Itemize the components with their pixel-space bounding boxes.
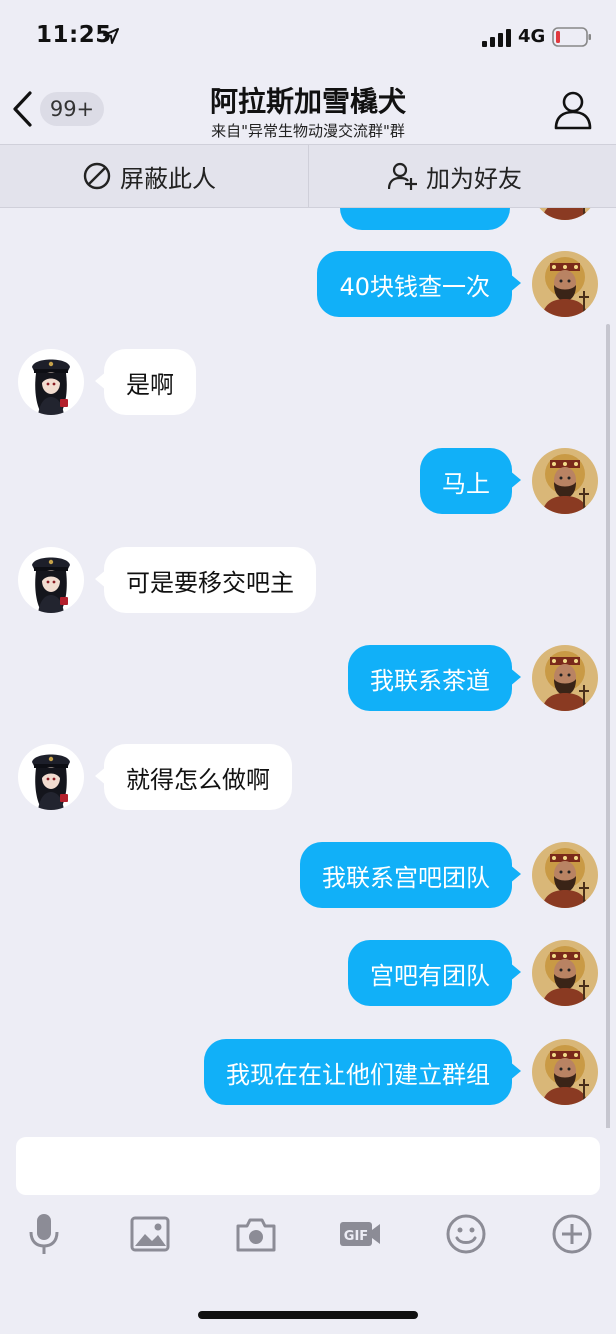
contact-avatar[interactable] — [18, 547, 84, 613]
incoming-message-bubble[interactable]: 就得怎么做啊 — [95, 744, 292, 810]
unread-count-badge[interactable]: 99+ — [40, 92, 104, 126]
block-icon — [83, 162, 111, 190]
add-friend-button[interactable]: 加为好友 — [388, 145, 522, 207]
back-chevron-icon[interactable] — [10, 90, 36, 128]
gif-icon: GIF — [340, 1222, 380, 1246]
network-label: 4G — [518, 26, 546, 47]
battery-icon — [552, 27, 591, 47]
block-user-label: 屏蔽此人 — [120, 164, 216, 193]
add-friend-icon — [388, 162, 417, 190]
more-button[interactable] — [550, 1212, 594, 1256]
action-divider — [308, 145, 309, 207]
outgoing-message-bubble[interactable]: 我联系宫吧团队 — [300, 842, 521, 908]
location-arrow-icon — [103, 28, 119, 44]
self-avatar[interactable] — [532, 208, 598, 220]
emoji-icon — [446, 1214, 486, 1254]
scrollbar[interactable] — [606, 324, 610, 1128]
plus-icon — [552, 1214, 592, 1254]
svg-text:GIF: GIF — [344, 1229, 368, 1244]
image-button[interactable] — [128, 1212, 172, 1256]
chat-subtitle: 来自"异常生物动漫交流群"群 — [211, 122, 405, 140]
block-user-button[interactable]: 屏蔽此人 — [82, 145, 216, 207]
emoji-button[interactable] — [444, 1212, 488, 1256]
voice-button[interactable] — [22, 1212, 66, 1256]
self-avatar[interactable] — [532, 842, 598, 908]
outgoing-message-bubble[interactable]: 我联系茶道 — [348, 645, 521, 711]
signal-icon — [482, 29, 511, 47]
profile-icon[interactable] — [552, 88, 594, 130]
add-friend-label: 加为好友 — [426, 164, 522, 193]
status-bar: 11:25 4G — [0, 0, 616, 76]
gif-button[interactable]: GIF — [338, 1212, 382, 1256]
incoming-message-bubble[interactable]: 是啊 — [95, 349, 196, 415]
chat-header: 99+ 阿拉斯加雪橇犬 来自"异常生物动漫交流群"群 — [0, 76, 616, 144]
outgoing-message-bubble[interactable]: 马上 — [420, 448, 521, 514]
status-time: 11:25 — [36, 22, 112, 48]
outgoing-message-bubble[interactable]: 我现在在让他们建立群组 — [204, 1039, 521, 1105]
self-avatar[interactable] — [532, 448, 598, 514]
outgoing-message-bubble[interactable]: 宫吧有团队 — [348, 940, 521, 1006]
contact-avatar[interactable] — [18, 349, 84, 415]
message-list[interactable]: 40块钱查一次是啊马上可是要移交吧主 我联系茶道 就得怎么做啊 我联系宫吧团队宫吧有团… — [0, 208, 616, 1128]
outgoing-message-bubble[interactable]: 40块钱查一次 — [317, 251, 521, 317]
home-indicator — [198, 1311, 418, 1319]
camera-icon — [236, 1218, 276, 1252]
image-icon — [130, 1216, 170, 1252]
camera-button[interactable] — [234, 1212, 278, 1256]
input-toolbar: GIF — [0, 1212, 616, 1268]
action-bar: 屏蔽此人 加为好友 — [0, 144, 616, 208]
self-avatar[interactable] — [532, 940, 598, 1006]
contact-avatar[interactable] — [18, 744, 84, 810]
self-avatar[interactable] — [532, 251, 598, 317]
incoming-message-bubble[interactable]: 可是要移交吧主 — [95, 547, 316, 613]
chat-title: 阿拉斯加雪橇犬 — [209, 85, 406, 118]
self-avatar[interactable] — [532, 645, 598, 711]
self-avatar[interactable] — [532, 1039, 598, 1105]
previous-message-bubble — [340, 208, 510, 230]
message-input[interactable] — [16, 1137, 600, 1195]
microphone-icon — [29, 1214, 59, 1254]
